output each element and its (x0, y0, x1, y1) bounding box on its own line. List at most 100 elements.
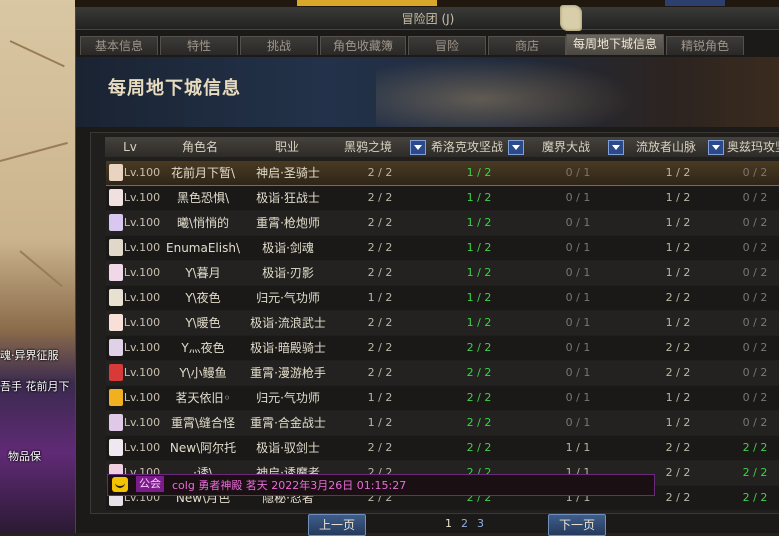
character-avatar-icon (109, 364, 123, 381)
table-row[interactable]: Lv.100 Y\暖色 极诣·流浪武士 2 / 2 1 / 2 0 / 1 1 / 2 0 /… (106, 311, 779, 335)
table-row[interactable]: Lv.100 Y\暮月 极诣·刃影 2 / 2 1 / 2 0 / 1 1 / 2 0 / 2 (106, 261, 779, 285)
header-lv[interactable]: Lv (105, 137, 156, 157)
tab-traits[interactable]: 特性 (160, 36, 238, 55)
game-background-left: 魂·异界征服 吾手 花前月下 物品保 (0, 0, 82, 533)
tab-challenge[interactable]: 挑战 (240, 36, 318, 55)
tab-weekly-dungeon-info[interactable]: 每周地下城信息 (566, 34, 664, 55)
dungeon-clear-count: 2 / 2 (742, 441, 768, 454)
header-dungeon-4[interactable]: 流放者山脉 (627, 137, 728, 157)
tab-adventure[interactable]: 冒险 (408, 36, 486, 55)
character-job: 归元·气功师 (256, 291, 320, 305)
dungeon-clear-count: 0 / 1 (565, 391, 591, 404)
dungeon-clear-count: 1 / 2 (466, 216, 492, 229)
character-name: 重霄\缝合怪 (170, 416, 236, 430)
character-avatar-icon (109, 264, 123, 281)
table-row[interactable]: Lv.100 花前月下暂\ 神启·圣骑士 2 / 2 1 / 2 0 / 1 1 / 2 0 … (106, 161, 779, 186)
character-name: Y灬夜色 (181, 341, 225, 355)
character-name: New\阿尔托 (169, 441, 237, 455)
character-level: Lv.100 (123, 391, 161, 404)
character-level: Lv.100 (123, 241, 161, 254)
dungeon-clear-count: 2 / 2 (466, 441, 492, 454)
table-row[interactable]: Lv.100 Y灬夜色 极诣·暗殿骑士 2 / 2 2 / 2 0 / 1 2 / 2 0 /… (106, 336, 779, 360)
character-level: Lv.100 (123, 316, 161, 329)
character-avatar-icon (109, 289, 123, 306)
chat-notification[interactable]: 公会 colg 勇者神殿 茗天 2022年3月26日 01:15:27 (107, 474, 655, 496)
dungeon-clear-count: 2 / 2 (665, 341, 691, 354)
dungeon-clear-count: 0 / 1 (565, 241, 591, 254)
character-name: Y\夜色 (185, 291, 221, 305)
dungeon-clear-count: 1 / 2 (466, 291, 492, 304)
table-row[interactable]: Lv.100 Y\夜色 归元·气功师 1 / 2 1 / 2 0 / 1 2 / 2 0 / … (106, 286, 779, 310)
dungeon-clear-count: 2 / 2 (367, 366, 393, 379)
dungeon-clear-count: 1 / 1 (565, 441, 591, 454)
header-character-name[interactable]: 角色名 (155, 137, 246, 157)
dungeon-clear-count: 1 / 2 (367, 291, 393, 304)
character-job: 极诣·流浪武士 (250, 316, 326, 330)
tab-elite-characters[interactable]: 精锐角色 (666, 36, 744, 55)
smiley-icon (112, 477, 128, 492)
dungeon-clear-count: 2 / 2 (466, 391, 492, 404)
character-job: 重霄·漫游枪手 (250, 366, 326, 380)
dungeon-clear-count: 0 / 2 (742, 291, 768, 304)
page-1-link[interactable]: 1 (445, 517, 452, 530)
dungeon-clear-count: 0 / 2 (742, 366, 768, 379)
dropdown-arrow-icon[interactable] (608, 140, 624, 155)
dungeon-clear-count: 0 / 2 (742, 316, 768, 329)
table-row[interactable]: Lv.100 New\阿尔托 极诣·驭剑士 2 / 2 2 / 2 1 / 1 2 / 2 2… (106, 436, 779, 460)
character-name: 曦\悄悄的 (176, 216, 230, 230)
dungeon-clear-count: 2 / 2 (742, 491, 768, 504)
dungeon-clear-count: 2 / 2 (367, 191, 393, 204)
window-title: 冒险团 (J) (401, 12, 455, 26)
tab-shop[interactable]: 商店 (488, 36, 566, 55)
dungeon-clear-count: 0 / 1 (565, 316, 591, 329)
table-row[interactable]: Lv.100 Y\小鳗鱼 重霄·漫游枪手 2 / 2 2 / 2 0 / 1 2 / 2 0 … (106, 361, 779, 385)
character-name: EnumaElish\ (166, 241, 240, 255)
header-dungeon-3[interactable]: 魔界大战 (527, 137, 628, 157)
dungeon-clear-count: 0 / 1 (565, 216, 591, 229)
dungeon-clear-count: 2 / 2 (367, 266, 393, 279)
dropdown-arrow-icon[interactable] (708, 140, 724, 155)
dungeon-clear-count: 2 / 2 (466, 366, 492, 379)
dungeon-clear-count: 2 / 2 (665, 366, 691, 379)
dungeon-clear-count: 1 / 2 (466, 316, 492, 329)
tab-character-collection[interactable]: 角色收藏簿 (320, 36, 406, 55)
chat-channel-badge: 公会 (136, 476, 164, 492)
table-row[interactable]: Lv.100 曦\悄悄的 重霄·枪炮师 2 / 2 1 / 2 0 / 1 1 / 2 0 /… (106, 211, 779, 235)
dungeon-clear-count: 0 / 1 (565, 291, 591, 304)
character-name: Y\暮月 (185, 266, 221, 280)
dropdown-arrow-icon[interactable] (508, 140, 524, 155)
table-row[interactable]: Lv.100 EnumaElish\ 极诣·剑魂 2 / 2 1 / 2 0 / 1 1 /… (106, 236, 779, 260)
page-2-link[interactable]: 2 (461, 517, 468, 530)
dungeon-clear-count: 0 / 1 (565, 266, 591, 279)
table-row[interactable]: Lv.100 黑色恐惧\ 极诣·狂战士 2 / 2 1 / 2 0 / 1 1 / 2 0 /… (106, 186, 779, 210)
dungeon-clear-count: 0 / 1 (565, 416, 591, 429)
dungeon-clear-count: 1 / 2 (665, 241, 691, 254)
bg-label-2: 吾手 花前月下 (0, 380, 70, 393)
header-dungeon-5[interactable]: 奥兹玛攻坚 (727, 137, 779, 157)
character-level: Lv.100 (123, 291, 161, 304)
dungeon-clear-count: 1 / 2 (367, 391, 393, 404)
table-row[interactable]: Lv.100 重霄\缝合怪 重霄·合金战士 1 / 2 2 / 2 0 / 1 1 / 2 0… (106, 411, 779, 435)
header-job[interactable]: 职业 (245, 137, 330, 157)
page-3-link[interactable]: 3 (477, 517, 484, 530)
character-level: Lv.100 (123, 341, 161, 354)
character-job: 神启·圣骑士 (256, 166, 320, 180)
table-row[interactable]: Lv.100 茗天依旧◦ 归元·气功师 1 / 2 2 / 2 0 / 1 1 / 2 0 /… (106, 386, 779, 410)
dungeon-clear-count: 0 / 1 (565, 166, 591, 179)
title-bar[interactable]: 冒险团 (J) (76, 5, 779, 31)
header-dungeon-1[interactable]: 黑鸦之境 (329, 137, 430, 157)
dropdown-arrow-icon[interactable] (410, 140, 426, 155)
character-level: Lv.100 (123, 166, 161, 179)
character-job: 归元·气功师 (256, 391, 320, 405)
scroll-icon (560, 5, 582, 31)
dungeon-clear-count: 0 / 1 (565, 341, 591, 354)
dungeon-clear-count: 0 / 1 (565, 191, 591, 204)
dungeon-clear-count: 1 / 2 (466, 241, 492, 254)
dungeon-clear-count: 2 / 2 (367, 441, 393, 454)
character-job: 极诣·狂战士 (256, 191, 320, 205)
character-job: 极诣·暗殿骑士 (250, 341, 326, 355)
tab-basic-info[interactable]: 基本信息 (80, 36, 158, 55)
character-job: 重霄·合金战士 (250, 416, 326, 430)
bg-label-3: 物品保 (8, 450, 41, 463)
header-dungeon-2[interactable]: 希洛克攻坚战 (429, 137, 528, 157)
